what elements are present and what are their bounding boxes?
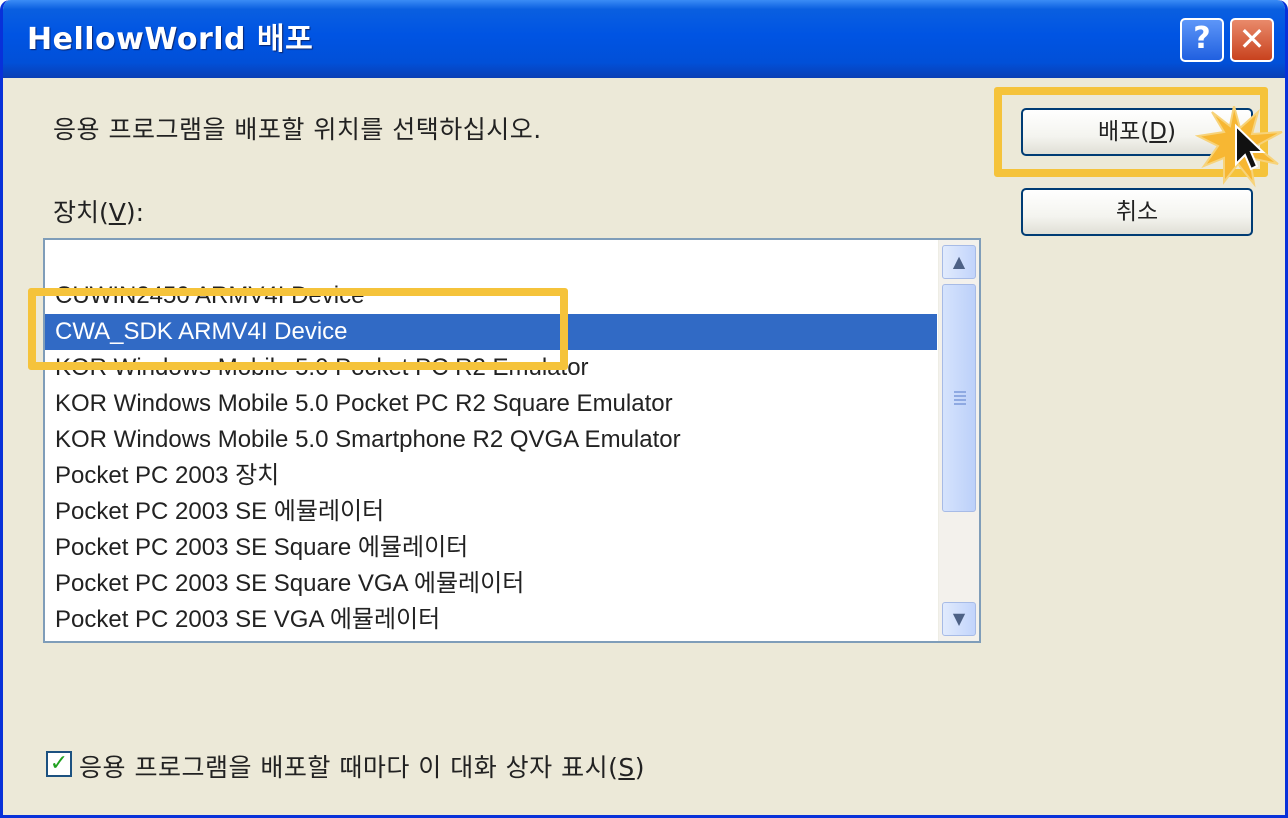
device-list-item[interactable]: KOR Windows Mobile 5.0 Smartphone R2 QVG… [45, 422, 937, 458]
window-title: HellowWorld 배포 [27, 22, 314, 57]
device-list-item[interactable]: Pocket PC 2003 SE VGA 에뮬레이터 [45, 602, 937, 638]
deploy-dialog: HellowWorld 배포 ? ✕ 응용 프로그램을 배포할 위치를 선택하십… [0, 0, 1288, 818]
cancel-button[interactable]: 취소 [1021, 188, 1253, 236]
device-list-label: 장치(V): [53, 198, 145, 227]
device-list-item[interactable]: KOR Windows Mobile 5.0 Pocket PC R2 Squa… [45, 386, 937, 422]
device-list-item[interactable]: Pocket PC 2003 SE Square 에뮬레이터 [45, 530, 937, 566]
chevron-down-icon: ▼ [952, 609, 966, 628]
scroll-thumb[interactable] [942, 284, 976, 512]
chevron-up-icon: ▲ [952, 252, 966, 271]
device-list-item[interactable]: Pocket PC 2003 SE 에뮬레이터 [45, 494, 937, 530]
device-list-item[interactable]: Pocket PC 2003 장치 [45, 458, 937, 494]
grip-icon [954, 391, 966, 405]
device-list-items: CUWIN2450 ARMV4I Device CWA_SDK ARMV4I De… [45, 278, 937, 638]
show-dialog-checkbox[interactable]: ✓ [46, 751, 72, 777]
title-bar[interactable]: HellowWorld 배포 ? ✕ [3, 0, 1285, 78]
help-button[interactable]: ? [1180, 18, 1224, 62]
device-list-item[interactable]: Pocket PC 2003 SE Square VGA 에뮬레이터 [45, 566, 937, 602]
click-cursor-icon [1194, 106, 1283, 188]
help-icon: ? [1193, 21, 1211, 56]
vertical-scrollbar[interactable]: ▲ ▼ [938, 240, 979, 641]
close-button[interactable]: ✕ [1230, 18, 1274, 62]
show-dialog-checkbox-label[interactable]: 응용 프로그램을 배포할 때마다 이 대화 상자 표시(S) [79, 748, 645, 784]
device-list-item[interactable]: CUWIN2450 ARMV4I Device [45, 278, 937, 314]
checkmark-icon: ✓ [49, 751, 69, 776]
device-listbox[interactable]: CUWIN2450 ARMV4I Device CWA_SDK ARMV4I De… [43, 238, 981, 643]
scroll-up-button[interactable]: ▲ [942, 245, 976, 279]
instruction-text: 응용 프로그램을 배포할 위치를 선택하십시오. [53, 115, 542, 144]
device-list-item[interactable]: CWA_SDK ARMV4I Device [45, 314, 937, 350]
scroll-down-button[interactable]: ▼ [942, 602, 976, 636]
close-icon: ✕ [1238, 20, 1266, 58]
device-list-item[interactable]: KOR Windows Mobile 5.0 Pocket PC R2 Emul… [45, 350, 937, 386]
